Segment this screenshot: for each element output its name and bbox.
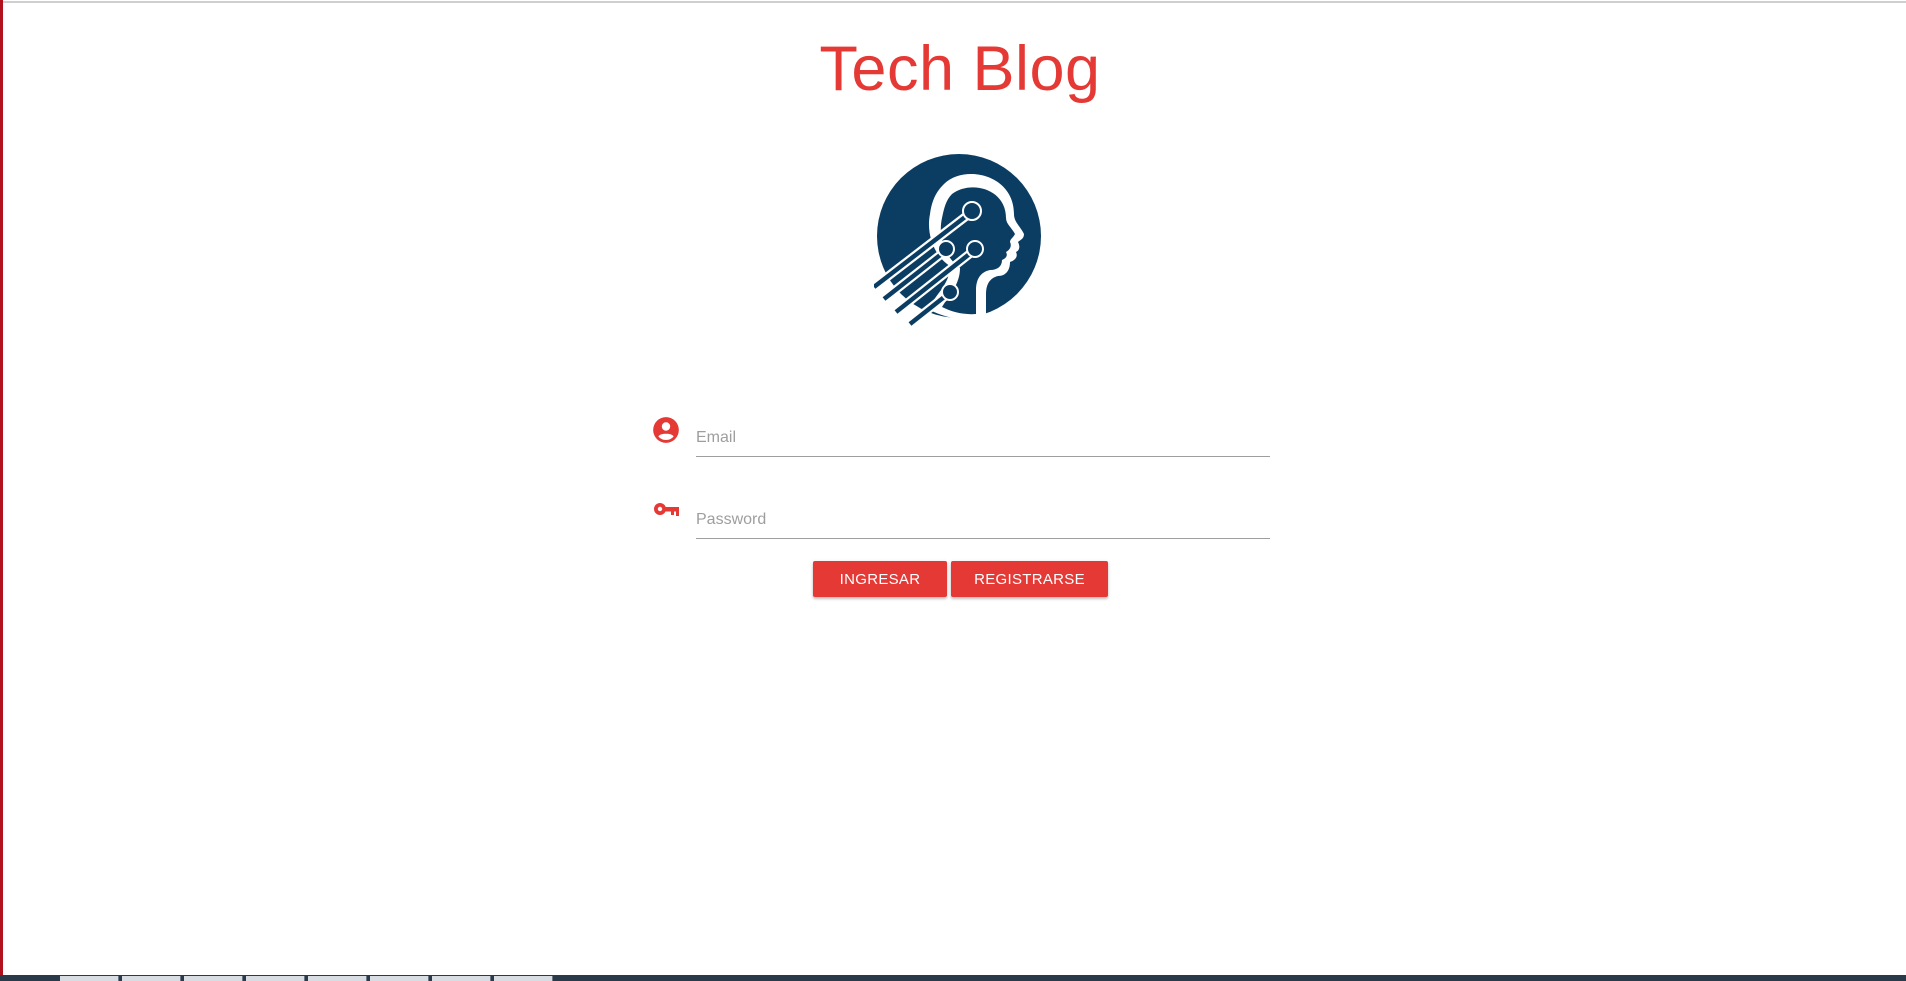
login-button[interactable]: INGRESAR	[813, 561, 947, 597]
top-divider	[0, 1, 1906, 3]
email-input[interactable]	[696, 420, 1270, 457]
password-input[interactable]	[696, 502, 1270, 539]
taskbar-item[interactable]	[494, 976, 553, 981]
taskbar-item[interactable]	[122, 976, 181, 981]
login-page: Tech Blog Email INGRESAR REGISTRARSE	[0, 0, 1906, 981]
taskbar-item[interactable]	[184, 976, 243, 981]
register-button[interactable]: REGISTRARSE	[951, 561, 1108, 597]
account-circle-icon	[652, 416, 680, 444]
taskbar-item[interactable]	[60, 976, 119, 981]
taskbar-item[interactable]	[308, 976, 367, 981]
window-left-border	[0, 0, 3, 981]
page-title: Tech Blog	[819, 34, 1101, 104]
os-taskbar	[0, 975, 1906, 981]
taskbar-item[interactable]	[432, 976, 491, 981]
key-icon	[652, 498, 680, 526]
password-field-group	[650, 490, 1270, 550]
taskbar-item[interactable]	[246, 976, 305, 981]
tech-head-logo	[871, 144, 1044, 329]
email-field-group	[650, 408, 1270, 468]
taskbar-item[interactable]	[370, 976, 429, 981]
